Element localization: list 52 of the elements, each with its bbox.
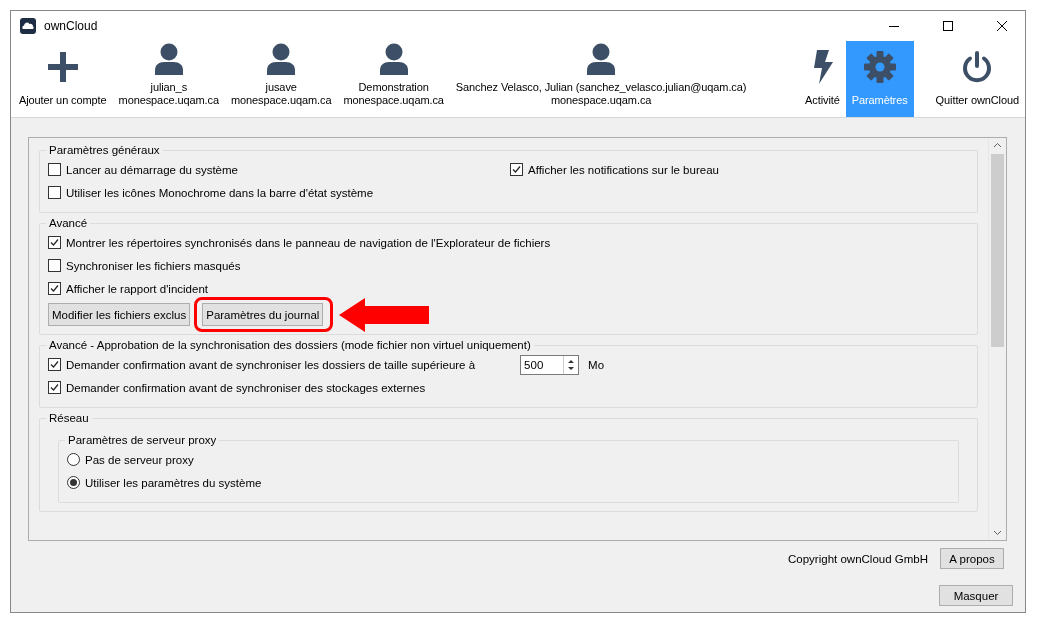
checkbox[interactable] <box>48 236 61 249</box>
radio-label: Pas de serveur proxy <box>85 453 194 466</box>
toolbar-tab[interactable]: Quitter ownCloud <box>929 41 1025 117</box>
user-icon <box>378 43 409 75</box>
group-title: Avancé - Approbation de la synchronisation des dossiers (mode fichier non virtuel uniquement) <box>48 339 532 351</box>
hide-button[interactable]: Masquer <box>939 585 1013 606</box>
about-button[interactable]: A propos <box>940 548 1004 569</box>
radio-button[interactable] <box>67 476 80 489</box>
checkbox[interactable] <box>48 186 61 199</box>
group-title: Paramètres généraux <box>48 144 161 156</box>
group-title: Réseau <box>48 412 90 424</box>
toolbar-tab[interactable]: Activité <box>799 41 846 117</box>
power-icon <box>961 50 994 83</box>
checkbox-label: Utiliser les icônes Monochrome dans la barre d'état système <box>66 186 374 199</box>
close-icon[interactable] <box>997 21 1007 31</box>
size-spinbox[interactable]: 500 <box>520 354 580 375</box>
log-settings-button[interactable]: Paramètres du journal <box>202 303 324 326</box>
checkbox-label: Afficher le rapport d'incident <box>66 282 208 295</box>
window-title: ownCloud <box>44 19 99 33</box>
toolbar-tab[interactable]: Ajouter un compte <box>13 41 113 117</box>
checkbox[interactable] <box>48 282 61 295</box>
cloud-logo-icon <box>20 18 36 34</box>
toolbar-tab[interactable]: julian_s monespace.uqam.ca <box>112 41 225 117</box>
checkbox-label: Demander confirmation avant de synchroniser les dossiers de taille supérieure à <box>66 358 476 371</box>
checkbox-label: Lancer au démarrage du système <box>66 163 238 176</box>
radio-button[interactable] <box>67 453 80 466</box>
group-title: Avancé <box>48 217 89 229</box>
plus-icon <box>47 51 78 82</box>
toolbar-tab[interactable]: jusave monespace.uqam.ca <box>225 41 338 117</box>
checkbox-label: Demander confirmation avant de synchroniser des stockages externes <box>66 381 426 394</box>
user-icon <box>266 43 297 75</box>
user-icon <box>153 43 184 75</box>
exclusions-button[interactable]: Modifier les fichiers exclus <box>48 303 191 326</box>
maximize-icon[interactable] <box>943 21 953 31</box>
toolbar-tab[interactable]: Sanchez Velasco, Julian (sanchez_velasco.julian@uqam.ca) monespace.uqam.ca <box>449 41 753 117</box>
toolbar-tab[interactable]: Demonstration monespace.uqam.ca <box>337 41 450 117</box>
scrollbar[interactable] <box>988 138 1006 540</box>
checkbox-label: Montrer les répertoires synchronisés dans le panneau de navigation de l'Explorateur de fichiers <box>66 236 551 249</box>
gear-icon <box>863 50 896 83</box>
copyright-text: Copyright ownCloud GmbH <box>788 552 928 565</box>
checkbox-label: Synchroniser les fichiers masqués <box>66 259 241 272</box>
group-title: Paramètres de serveur proxy <box>67 434 218 446</box>
checkbox[interactable] <box>510 163 523 176</box>
unit-label: Mo <box>588 358 605 371</box>
checkbox[interactable] <box>48 163 61 176</box>
user-icon <box>586 43 617 75</box>
checkbox[interactable] <box>48 381 61 394</box>
radio-label: Utiliser les paramètres du système <box>85 476 262 489</box>
lightning-icon <box>811 49 834 84</box>
checkbox-label: Afficher les notifications sur le bureau <box>528 163 719 176</box>
checkbox[interactable] <box>48 259 61 272</box>
checkbox[interactable] <box>48 358 61 371</box>
